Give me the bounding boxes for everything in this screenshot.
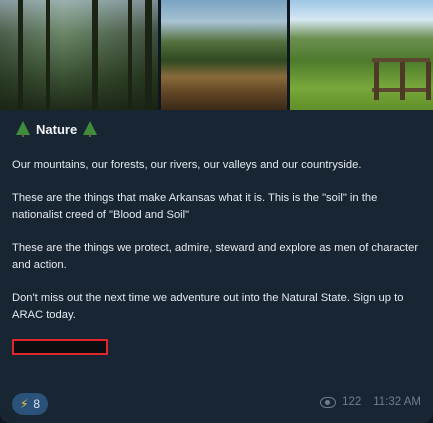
tree-trunk — [18, 0, 23, 110]
post-paragraph: Our mountains, our forests, our rivers, … — [12, 159, 362, 171]
tree-trunk — [92, 0, 98, 110]
lightning-icon: ⚡ — [19, 397, 29, 411]
photo-album — [0, 0, 433, 110]
post-body: Nature Our mountains, our forests, our r… — [0, 110, 433, 355]
post-meta: 122 11:32 AM — [320, 396, 421, 408]
valley-photo[interactable] — [161, 0, 287, 110]
fence-post — [426, 62, 431, 100]
fence-post — [400, 62, 405, 100]
channel-post: Nature Our mountains, our forests, our r… — [0, 0, 433, 423]
view-count: 122 — [342, 396, 362, 408]
post-footer: ⚡ 8 122 11:32 AM — [0, 393, 433, 415]
fence-post — [374, 62, 379, 100]
forest-photo[interactable] — [0, 0, 158, 110]
reaction-button[interactable]: ⚡ 8 — [12, 393, 48, 415]
tree-trunk — [145, 0, 152, 110]
tree-trunk — [46, 0, 50, 110]
evergreen-tree-icon — [83, 121, 98, 137]
tree-trunk — [128, 0, 132, 110]
post-title-row: Nature — [16, 119, 421, 139]
evergreen-tree-icon — [16, 121, 30, 137]
eye-icon — [320, 396, 337, 408]
redacted-link — [12, 339, 108, 355]
post-paragraph: Don't miss out the next time we adventur… — [12, 292, 404, 321]
countryside-photo[interactable] — [290, 0, 433, 110]
post-time: 11:32 AM — [373, 396, 421, 408]
post-paragraph: These are the things we protect, admire,… — [12, 242, 419, 271]
post-paragraph: These are the things that make Arkansas … — [12, 192, 378, 221]
reaction-count: 8 — [33, 397, 41, 411]
post-title: Nature — [36, 121, 78, 137]
